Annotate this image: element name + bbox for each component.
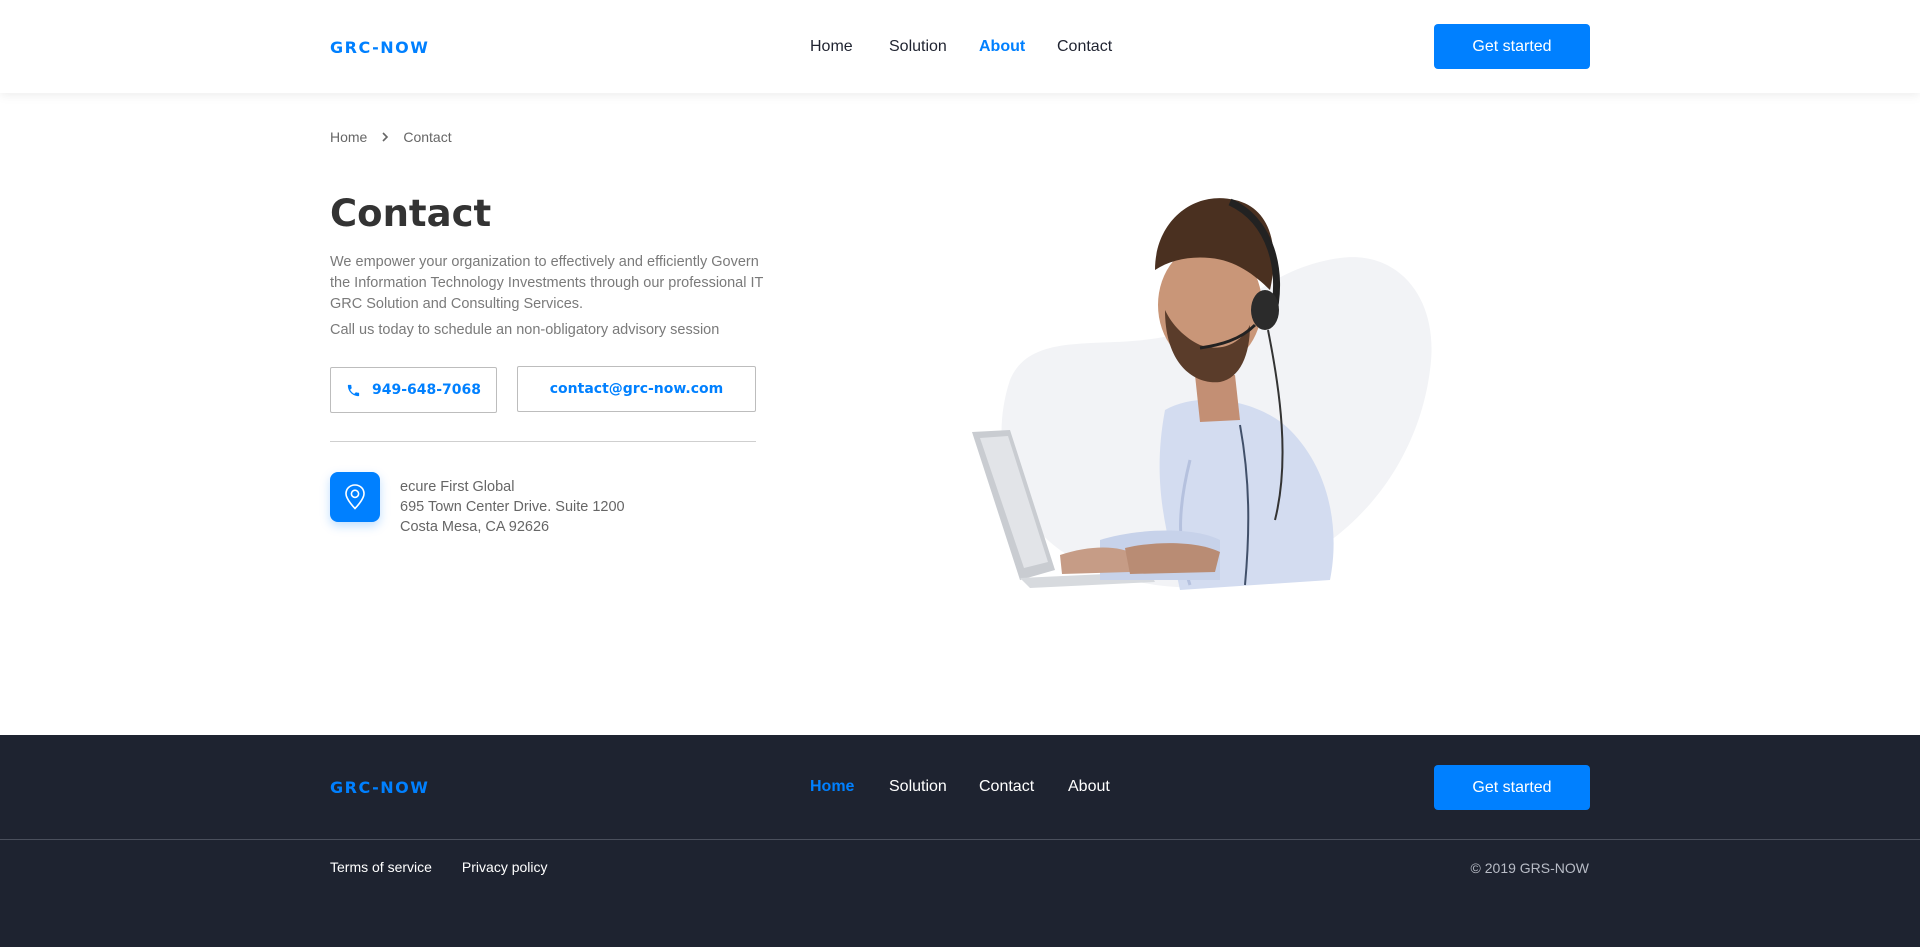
address-line-3: Costa Mesa, CA 92626 <box>400 519 550 535</box>
chevron-right-icon <box>381 130 389 145</box>
page-description: We empower your organization to effectiv… <box>330 254 764 312</box>
page-title: Contact <box>330 192 492 235</box>
call-to-action-text: Call us today to schedule an non-obligat… <box>330 322 720 338</box>
site-header: GRC-NOW Home Solution About Contact Get … <box>0 0 1920 93</box>
get-started-button[interactable]: Get started <box>1434 24 1590 69</box>
section-divider <box>330 441 756 442</box>
phone-icon <box>346 383 361 398</box>
office-address: ecure First Global 695 Town Center Drive… <box>400 477 625 537</box>
nav-home[interactable]: Home <box>810 38 853 56</box>
footer-logo[interactable]: GRC-NOW <box>330 778 429 797</box>
phone-button[interactable]: 949-648-7068 <box>330 367 497 413</box>
footer-nav-home[interactable]: Home <box>810 778 854 796</box>
breadcrumb-current: Contact <box>403 129 452 145</box>
address-line-2: 695 Town Center Drive. Suite 1200 <box>400 499 625 515</box>
site-footer: GRC-NOW Home Solution Contact About Get … <box>0 735 1920 947</box>
support-agent-image <box>972 198 1432 590</box>
phone-number: 949-648-7068 <box>371 382 482 398</box>
breadcrumb: Home Contact <box>330 129 452 145</box>
nav-contact[interactable]: Contact <box>1057 38 1112 56</box>
logo[interactable]: GRC-NOW <box>330 38 429 57</box>
footer-legal-links: Terms of service Privacy policy <box>330 859 548 875</box>
email-address: contact@grc-now.com <box>549 381 724 397</box>
footer-nav-contact[interactable]: Contact <box>979 778 1034 796</box>
terms-of-service-link[interactable]: Terms of service <box>330 859 432 875</box>
footer-nav-solution[interactable]: Solution <box>889 778 947 796</box>
nav-solution[interactable]: Solution <box>889 38 947 56</box>
privacy-policy-link[interactable]: Privacy policy <box>462 859 548 875</box>
copyright: © 2019 GRS-NOW <box>1470 860 1589 876</box>
footer-nav-about[interactable]: About <box>1068 778 1110 796</box>
location-pin-icon <box>330 472 380 522</box>
nav-about[interactable]: About <box>979 38 1025 56</box>
breadcrumb-home[interactable]: Home <box>330 129 367 145</box>
footer-divider <box>0 839 1920 840</box>
footer-get-started-button[interactable]: Get started <box>1434 765 1590 810</box>
address-line-1: ecure First Global <box>400 479 515 495</box>
email-button[interactable]: contact@grc-now.com <box>517 366 756 412</box>
